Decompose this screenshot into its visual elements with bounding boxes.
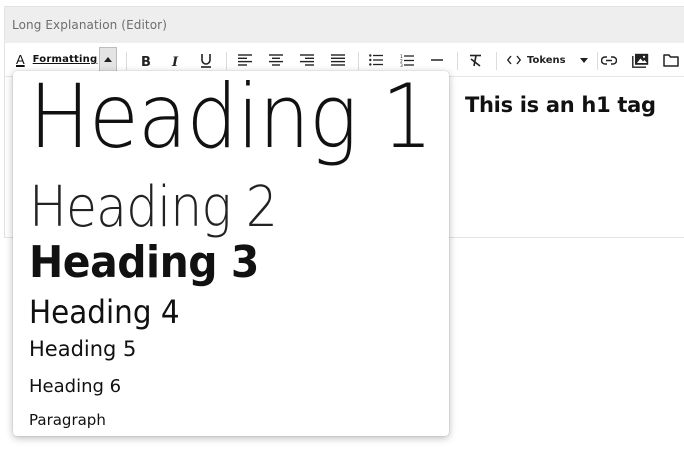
numbered-list-icon: 123 — [400, 54, 414, 67]
menu-option-heading-1[interactable]: Heading 1 — [29, 71, 433, 168]
menu-option-heading-3[interactable]: Heading 3 — [29, 237, 259, 288]
editor-content-heading[interactable]: This is an h1 tag — [465, 93, 656, 117]
image-icon — [631, 53, 649, 68]
svg-text:I: I — [171, 55, 179, 67]
image-button[interactable] — [630, 48, 650, 72]
bullet-list-button[interactable] — [366, 48, 386, 72]
svg-text:3: 3 — [400, 62, 403, 66]
menu-option-paragraph[interactable]: Paragraph — [29, 411, 106, 429]
align-left-button[interactable] — [235, 48, 255, 72]
numbered-list-button[interactable]: 123 — [397, 48, 417, 72]
italic-icon: I — [170, 54, 182, 67]
horizontal-rule-button[interactable] — [427, 48, 447, 72]
folder-button[interactable] — [661, 48, 681, 72]
toolbar-separator — [126, 52, 127, 70]
italic-button[interactable]: I — [166, 48, 186, 72]
formatting-dropdown[interactable]: A Formatting — [13, 47, 117, 72]
tokens-label: Tokens — [527, 54, 566, 66]
format-icon: A — [16, 52, 25, 67]
toolbar-separator — [597, 52, 598, 70]
bullet-list-icon — [369, 54, 383, 66]
link-icon — [601, 55, 617, 65]
align-left-icon — [238, 54, 252, 66]
toolbar-separator — [358, 52, 359, 70]
caret-down-icon — [579, 57, 588, 63]
clear-format-icon — [469, 54, 483, 67]
align-justify-icon — [331, 54, 345, 66]
align-justify-button[interactable] — [328, 48, 348, 72]
align-right-button[interactable] — [297, 48, 317, 72]
menu-option-heading-4[interactable]: Heading 4 — [29, 293, 180, 331]
code-icon — [507, 55, 521, 65]
bold-icon: B — [140, 54, 152, 67]
toolbar-separator — [457, 52, 458, 70]
caret-up-icon[interactable] — [99, 47, 117, 72]
menu-option-heading-6[interactable]: Heading 6 — [29, 376, 121, 397]
align-center-icon — [269, 54, 283, 66]
underline-icon — [199, 53, 213, 68]
underline-button[interactable] — [196, 48, 216, 72]
menu-option-heading-5[interactable]: Heading 5 — [29, 337, 136, 361]
formatting-menu: Heading 1 Heading 2 Heading 3 Heading 4 … — [13, 71, 449, 436]
align-center-button[interactable] — [266, 48, 286, 72]
clear-format-button[interactable] — [466, 48, 486, 72]
align-right-icon — [300, 54, 314, 66]
toolbar-separator — [226, 52, 227, 70]
svg-text:B: B — [141, 55, 151, 67]
horizontal-rule-icon — [431, 58, 443, 62]
bold-button[interactable]: B — [136, 48, 156, 72]
editor-label-bar: Long Explanation (Editor) — [5, 7, 684, 43]
menu-option-heading-2[interactable]: Heading 2 — [29, 175, 278, 240]
formatting-label: Formatting — [32, 54, 98, 65]
link-button[interactable] — [599, 48, 619, 72]
tokens-dropdown[interactable]: Tokens — [507, 48, 589, 72]
folder-icon — [663, 53, 679, 67]
editor-label: Long Explanation (Editor) — [12, 18, 167, 32]
toolbar-separator — [496, 52, 497, 70]
